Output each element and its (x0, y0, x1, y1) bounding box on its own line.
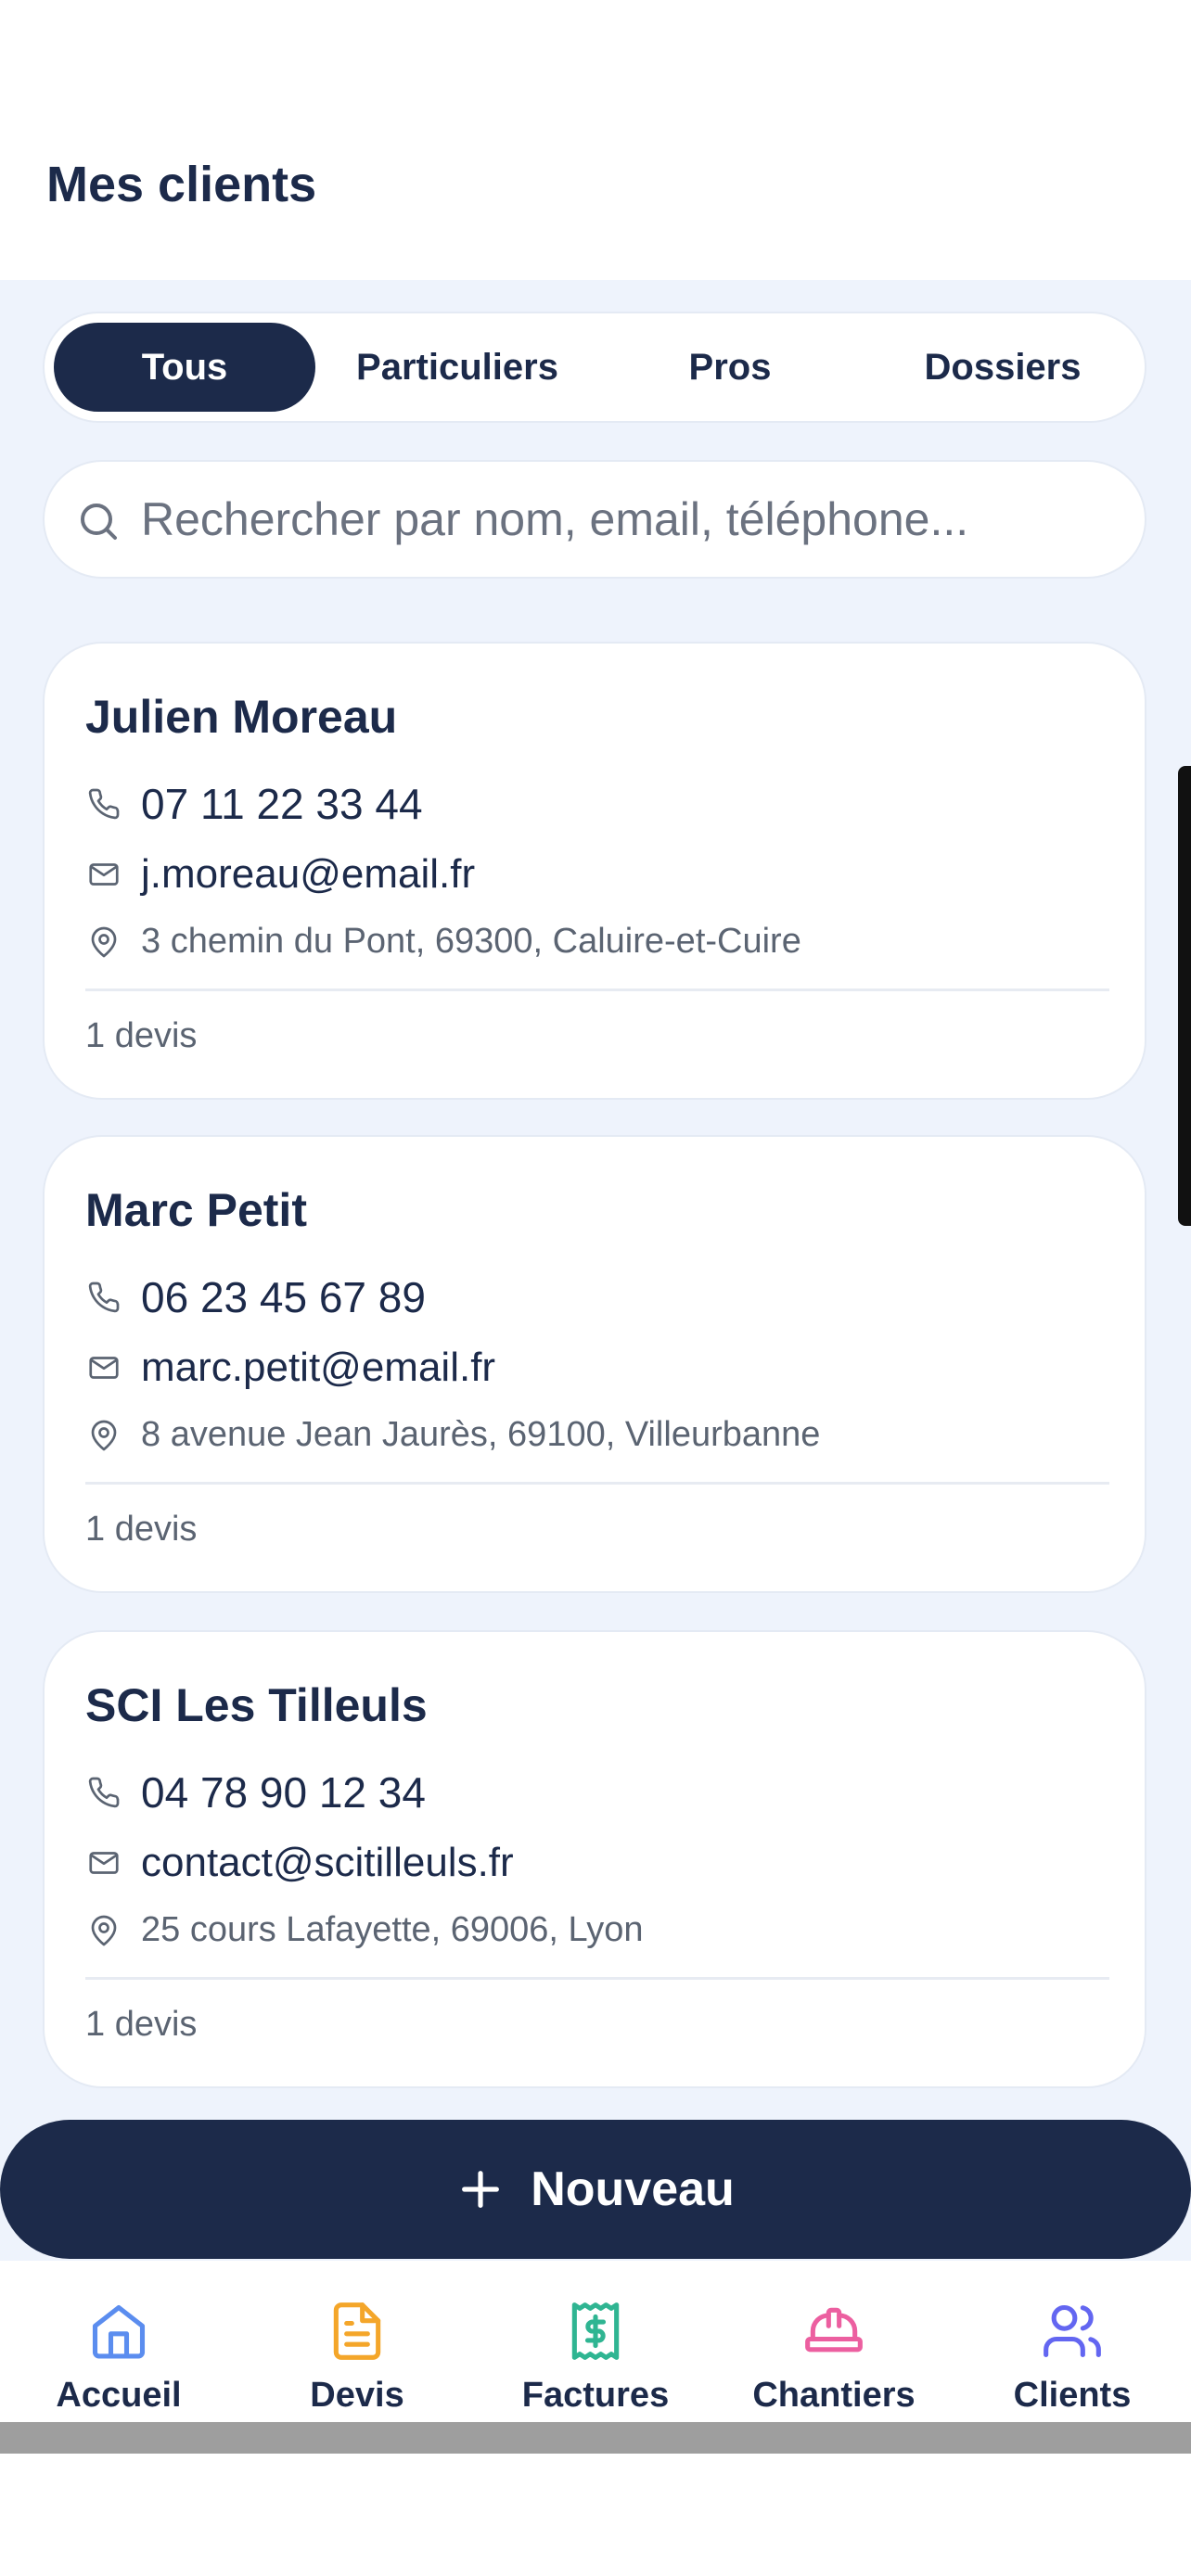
client-address-row: 8 avenue Jean Jaurès, 69100, Villeurbann… (85, 1415, 820, 1455)
nav-item-factures[interactable]: Factures (477, 2261, 714, 2422)
nav-label: Devis (310, 2376, 404, 2415)
client-address: 3 chemin du Pont, 69300, Caluire-et-Cuir… (141, 922, 801, 961)
plus-icon (456, 2165, 505, 2213)
header: Mes clients (0, 0, 1191, 280)
tab-tous[interactable]: Tous (54, 323, 315, 412)
home-icon (92, 2304, 146, 2359)
client-email[interactable]: j.moreau@email.fr (141, 851, 475, 898)
mail-icon (85, 1844, 122, 1881)
client-phone-row: 04 78 90 12 34 (85, 1767, 426, 1817)
client-email-row: j.moreau@email.fr (85, 851, 475, 898)
client-address-row: 3 chemin du Pont, 69300, Caluire-et-Cuir… (85, 922, 801, 962)
client-devis-count: 1 devis (85, 1510, 198, 1549)
tab-particuliers[interactable]: Particuliers (327, 323, 588, 412)
nav-item-clients[interactable]: Clients (954, 2261, 1191, 2422)
map-pin-icon (85, 1417, 122, 1454)
card-divider (85, 988, 1109, 991)
client-email[interactable]: contact@scitilleuls.fr (141, 1840, 514, 1886)
filter-tabs: Tous Particuliers Pros Dossiers (43, 312, 1146, 423)
client-card[interactable]: SCI Les Tilleuls 04 78 90 12 34 contact@… (43, 1630, 1146, 2088)
mail-icon (85, 856, 122, 893)
client-email-row: marc.petit@email.fr (85, 1345, 495, 1391)
client-name: Marc Petit (85, 1184, 307, 1236)
phone-icon (85, 1774, 122, 1811)
client-phone[interactable]: 04 78 90 12 34 (141, 1767, 426, 1817)
phone-icon (85, 785, 122, 823)
nav-item-devis[interactable]: Devis (238, 2261, 476, 2422)
map-pin-icon (85, 924, 122, 961)
client-devis-count: 1 devis (85, 2005, 198, 2044)
client-phone[interactable]: 07 11 22 33 44 (141, 779, 423, 829)
search-input[interactable] (141, 484, 1106, 555)
users-icon (1044, 2304, 1101, 2358)
client-phone[interactable]: 06 23 45 67 89 (141, 1272, 426, 1322)
client-name: Julien Moreau (85, 691, 398, 743)
phone-icon (85, 1279, 122, 1316)
page-title: Mes clients (46, 157, 317, 212)
client-email[interactable]: marc.petit@email.fr (141, 1345, 495, 1391)
tab-dossiers[interactable]: Dossiers (872, 323, 1133, 412)
card-divider (85, 1977, 1109, 1980)
client-address-row: 25 cours Lafayette, 69006, Lyon (85, 1910, 644, 1950)
mail-icon (85, 1349, 122, 1386)
client-phone-row: 07 11 22 33 44 (85, 779, 423, 829)
client-address: 25 cours Lafayette, 69006, Lyon (141, 1910, 644, 1949)
client-card[interactable]: Julien Moreau 07 11 22 33 44 j.moreau@em… (43, 642, 1146, 1100)
nav-item-chantiers[interactable]: Chantiers (715, 2261, 953, 2422)
home-indicator (0, 2422, 1191, 2454)
hardhat-icon (805, 2307, 863, 2353)
client-card[interactable]: Marc Petit 06 23 45 67 89 marc.petit@ema… (43, 1135, 1146, 1593)
tab-pros[interactable]: Pros (599, 323, 861, 412)
nav-item-accueil[interactable]: Accueil (0, 2261, 237, 2422)
nav-label: Clients (1013, 2376, 1132, 2415)
document-icon (333, 2302, 381, 2360)
bottom-nav: Accueil Devis Factures Chantiers Clients (0, 2261, 1191, 2422)
new-client-label: Nouveau (531, 2162, 735, 2216)
map-pin-icon (85, 1912, 122, 1949)
nav-label: Chantiers (752, 2376, 916, 2415)
scrollbar[interactable] (1178, 766, 1191, 1226)
client-address: 8 avenue Jean Jaurès, 69100, Villeurbann… (141, 1415, 821, 1454)
content-area: Tous Particuliers Pros Dossiers Julien M… (0, 280, 1191, 2261)
nav-label: Accueil (56, 2376, 182, 2415)
client-devis-count: 1 devis (85, 1016, 198, 1055)
client-phone-row: 06 23 45 67 89 (85, 1272, 426, 1322)
search-bar[interactable] (43, 460, 1146, 579)
card-divider (85, 1482, 1109, 1485)
client-name: SCI Les Tilleuls (85, 1679, 428, 1731)
search-icon (81, 504, 117, 540)
nav-label: Factures (521, 2376, 670, 2415)
new-client-button[interactable]: Nouveau (0, 2120, 1191, 2259)
client-email-row: contact@scitilleuls.fr (85, 1840, 514, 1886)
receipt-icon (571, 2302, 620, 2360)
